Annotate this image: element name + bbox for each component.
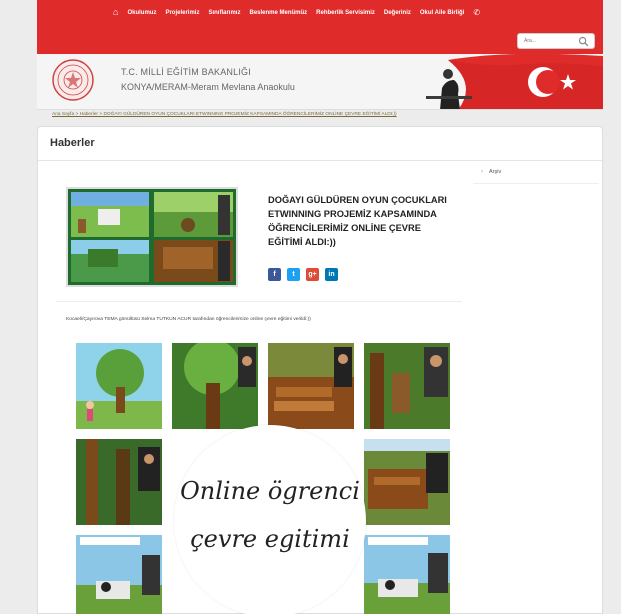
gallery-overlay-badge: Online ögrenci çevre egitimi — [174, 425, 366, 614]
article-photo-gallery: Online ögrenci çevre egitimi — [76, 343, 452, 614]
site-header: T.C. MİLLİ EĞİTİM BAKANLIĞI KONYA/MERAM-… — [37, 54, 603, 110]
right-sidebar: › Arşiv — [473, 163, 599, 184]
home-icon[interactable]: ⌂ — [113, 8, 118, 17]
page-title: Haberler — [50, 137, 95, 149]
nav-item-siniflarimiz[interactable]: Sınıflarımız — [208, 10, 240, 16]
chevron-right-icon: › — [481, 169, 483, 175]
thumbnail-collage-image — [68, 189, 236, 285]
gallery-photo[interactable] — [364, 439, 450, 525]
phone-icon[interactable]: ✆ — [473, 8, 480, 17]
turkish-flag-banner — [426, 54, 603, 109]
search-input[interactable]: Ara... — [524, 38, 536, 44]
overlay-text-line1: Online ögrenci — [180, 477, 360, 505]
article-divider — [56, 301, 462, 302]
facebook-share-button[interactable]: f — [268, 268, 281, 281]
share-buttons: f t g+ in — [268, 268, 338, 281]
overlay-text-line2: çevre egitimi — [190, 525, 350, 553]
ministry-seal-logo[interactable] — [51, 58, 95, 102]
breadcrumb[interactable]: Ana Sayfa > Haberler > DOĞAYI GÜLDÜREN O… — [52, 112, 397, 117]
content-card: Haberler › Arşiv DOĞAYI GÜLDÜREN OYUN ÇO… — [37, 126, 604, 614]
sidebar-item-arsiv[interactable]: › Arşiv — [473, 163, 599, 183]
nav-item-projelerimiz[interactable]: Projelerimiz — [165, 10, 199, 16]
nav-item-beslenme[interactable]: Beslenme Menümüz — [249, 10, 307, 16]
gallery-photo[interactable] — [172, 343, 258, 429]
nav-item-rehberlik[interactable]: Rehberlik Servisimiz — [316, 10, 375, 16]
gallery-photo[interactable] — [76, 535, 162, 614]
nav-item-okul-aile[interactable]: Okul Aile Birliği — [420, 10, 464, 16]
title-divider — [38, 160, 604, 161]
article-title[interactable]: DOĞAYI GÜLDÜREN OYUN ÇOCUKLARI ETWINNING… — [268, 193, 453, 249]
article-thumbnail[interactable] — [66, 187, 238, 287]
nav-item-degeriniz[interactable]: Değeriniz — [384, 10, 411, 16]
ministry-name: T.C. MİLLİ EĞİTİM BAKANLIĞI — [121, 67, 251, 77]
article-lead-text: Kocaeli/Çayırova TEMA gönüllüsü Selma TU… — [66, 317, 311, 322]
school-name: KONYA/MERAM-Meram Mevlana Anaokulu — [121, 82, 295, 92]
gallery-photo[interactable] — [76, 343, 162, 429]
nav-item-okulumuz[interactable]: Okulumuz — [127, 10, 156, 16]
sidebar-item-label: Arşiv — [489, 169, 502, 175]
gallery-photo[interactable] — [76, 439, 162, 525]
googleplus-share-button[interactable]: g+ — [306, 268, 319, 281]
gallery-photo[interactable] — [268, 343, 354, 429]
main-menu: ⌂ Okulumuz Projelerimiz Sınıflarımız Bes… — [113, 8, 480, 18]
search-icon[interactable] — [578, 36, 589, 47]
search-box[interactable]: Ara... — [517, 33, 595, 49]
gallery-photo[interactable] — [364, 343, 450, 429]
gallery-photo[interactable] — [364, 535, 450, 614]
linkedin-share-button[interactable]: in — [325, 268, 338, 281]
sidebar-divider — [473, 183, 599, 184]
twitter-share-button[interactable]: t — [287, 268, 300, 281]
news-article: DOĞAYI GÜLDÜREN OYUN ÇOCUKLARI ETWINNING… — [56, 175, 462, 614]
top-nav-bar: ⌂ Okulumuz Projelerimiz Sınıflarımız Bes… — [37, 0, 603, 54]
